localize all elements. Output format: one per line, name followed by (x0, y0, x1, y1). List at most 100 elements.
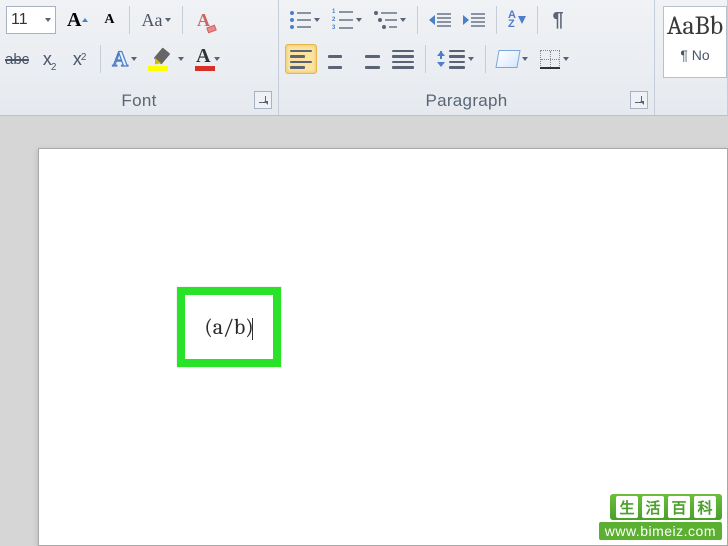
separator (425, 45, 426, 73)
shrink-font-button[interactable]: A (95, 5, 123, 35)
paragraph-group: 1 2 3 (279, 0, 655, 115)
chevron-down-icon (314, 18, 320, 22)
sort-icon: A Z (508, 11, 526, 29)
subscript-icon: x2 (43, 49, 58, 70)
caret-up-icon (82, 18, 88, 22)
eraser-icon (207, 25, 218, 34)
pilcrow-icon: ¶ (552, 9, 563, 32)
subscript-button[interactable]: x2 (36, 44, 64, 74)
strikethrough-button[interactable]: abc (0, 44, 34, 74)
chevron-down-icon (400, 18, 406, 22)
chevron-down-icon (131, 57, 137, 61)
align-left-icon (290, 50, 312, 69)
typed-text: (a/b) (204, 314, 253, 340)
align-center-button[interactable] (319, 44, 351, 74)
strikethrough-icon: abc (5, 51, 29, 68)
shrink-font-icon: A (104, 12, 114, 28)
paragraph-group-label: Paragraph (279, 91, 654, 111)
numbering-button[interactable]: 1 2 3 (327, 5, 367, 35)
wm-char: 活 (642, 496, 664, 518)
document-page[interactable]: (a/b) (38, 148, 728, 546)
align-center-icon (324, 50, 346, 69)
font-color-button[interactable]: A (191, 44, 224, 74)
chevron-down-icon (214, 57, 220, 61)
watermark-logo: 生 活 百 科 (610, 494, 722, 520)
style-sample-text: AaBb (667, 11, 723, 41)
highlighted-content: (a/b) (177, 287, 281, 367)
multilevel-icon (374, 11, 397, 29)
bullets-button[interactable] (285, 5, 325, 35)
superscript-sup: 2 (81, 52, 87, 63)
wm-char: 生 (616, 496, 638, 518)
grow-font-button[interactable]: A (62, 5, 93, 35)
style-name-text: ¶ No (680, 47, 709, 63)
superscript-button[interactable]: x2 (66, 44, 94, 74)
paragraph-row-1: 1 2 3 (279, 2, 654, 38)
sort-button[interactable]: A Z (503, 5, 531, 35)
wm-char: 科 (694, 496, 716, 518)
font-size-combo[interactable]: 11 (6, 6, 56, 34)
font-color-icon: A (196, 45, 210, 68)
justify-icon (392, 50, 414, 69)
chevron-down-icon (45, 18, 51, 22)
numbering-icon: 1 2 3 (332, 10, 353, 31)
increase-indent-icon (463, 13, 485, 27)
chevron-down-icon (468, 57, 474, 61)
document-text[interactable]: (a/b) (204, 314, 253, 340)
decrease-indent-button[interactable] (424, 5, 456, 35)
clear-formatting-button[interactable]: A (189, 5, 217, 35)
watermark: 生 活 百 科 www.bimeiz.com (599, 494, 722, 540)
borders-icon (540, 50, 560, 68)
text-cursor-icon (252, 318, 253, 340)
subscript-sub: 2 (51, 62, 57, 73)
multilevel-list-button[interactable] (369, 5, 411, 35)
styles-group: AaBb ¶ No (655, 0, 728, 115)
separator (182, 6, 183, 34)
font-row-1: 11 A A Aa A (0, 2, 278, 38)
grow-font-icon: A (67, 9, 81, 32)
separator (537, 6, 538, 34)
superscript-icon: x2 (73, 49, 88, 70)
chevron-down-icon (356, 18, 362, 22)
font-row-2: abc x2 x2 A (0, 38, 278, 80)
bullets-icon (290, 11, 311, 29)
separator (129, 6, 130, 34)
change-case-button[interactable]: Aa (136, 5, 176, 35)
align-left-button[interactable] (285, 44, 317, 74)
change-case-icon: Aa (141, 10, 162, 31)
chevron-down-icon (178, 57, 184, 61)
watermark-url: www.bimeiz.com (599, 522, 722, 540)
borders-button[interactable] (535, 44, 574, 74)
font-size-value: 11 (11, 11, 42, 29)
shading-button[interactable] (492, 44, 533, 74)
highlight-color-button[interactable] (144, 44, 189, 74)
ribbon: 11 A A Aa A abc (0, 0, 728, 116)
shading-icon (495, 50, 520, 68)
separator (100, 45, 101, 73)
text-effects-icon: A (112, 46, 128, 72)
wm-char: 百 (668, 496, 690, 518)
chevron-down-icon (522, 57, 528, 61)
font-dialog-launcher[interactable] (254, 91, 272, 109)
increase-indent-button[interactable] (458, 5, 490, 35)
justify-button[interactable] (387, 44, 419, 74)
paragraph-dialog-launcher[interactable] (630, 91, 648, 109)
sort-az-label: A Z (508, 11, 516, 29)
font-group-label: Font (0, 91, 278, 111)
chevron-down-icon (563, 57, 569, 61)
show-paragraph-marks-button[interactable]: ¶ (544, 5, 572, 35)
font-color-swatch (195, 66, 215, 71)
separator (485, 45, 486, 73)
line-spacing-button[interactable] (432, 44, 479, 74)
style-normal[interactable]: AaBb ¶ No (663, 6, 727, 78)
font-group: 11 A A Aa A abc (0, 0, 279, 115)
text-effects-button[interactable]: A (107, 44, 142, 74)
chevron-down-icon (165, 18, 171, 22)
line-spacing-icon (437, 50, 465, 69)
align-right-button[interactable] (353, 44, 385, 74)
separator (417, 6, 418, 34)
highlight-color-swatch (148, 66, 168, 71)
decrease-indent-icon (429, 13, 451, 27)
align-right-icon (358, 50, 380, 69)
document-area: (a/b) (0, 116, 728, 546)
